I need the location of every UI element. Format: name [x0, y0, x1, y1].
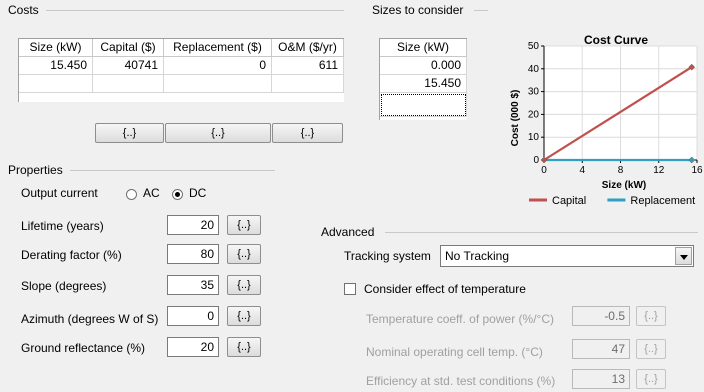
om-curve-button[interactable]: {..}	[272, 123, 343, 143]
temperature-effect-checkbox[interactable]	[344, 283, 356, 295]
chart-y-axis-label: Cost (000 $)	[510, 90, 521, 147]
tracking-system-select[interactable]: No Tracking	[440, 245, 694, 267]
chart-y-tick-label: 40	[528, 64, 540, 75]
temp-coeff-label: Temperature coeff. of power (%/°C)	[366, 312, 554, 326]
ground-reflectance-input[interactable]: 20	[167, 337, 219, 357]
sizes-group-label: Sizes to consider	[372, 3, 464, 17]
nominal-cell-temp-input[interactable]: 47	[572, 339, 630, 359]
ground-reflectance-label: Ground reflectance (%)	[21, 341, 146, 355]
nominal-cell-temp-label: Nominal operating cell temp. (°C)	[366, 345, 543, 359]
chart-x-tick-label: 0	[541, 165, 547, 176]
chart-x-tick-label: 8	[618, 165, 624, 176]
chart-x-tick-label: 12	[653, 165, 665, 176]
sizes-divider	[474, 10, 488, 11]
costs-header-om[interactable]: O&M ($/yr)	[272, 39, 344, 57]
costs-cell-empty[interactable]	[272, 75, 344, 93]
chart-grid	[543, 45, 698, 161]
chart-x-axis-label: Size (kW)	[602, 180, 646, 191]
chart-y-tick-label: 10	[528, 132, 540, 143]
dropdown-arrow-button[interactable]	[675, 247, 692, 265]
temp-coeff-input[interactable]: -0.5	[572, 306, 630, 326]
temp-coeff-sensitivity-button[interactable]: {..}	[636, 306, 666, 326]
slope-label: Slope (degrees)	[21, 279, 107, 293]
sizes-cell[interactable]: 15.450	[380, 75, 467, 93]
temperature-effect-label[interactable]: Consider effect of temperature	[364, 282, 526, 296]
lifetime-sensitivity-button[interactable]: {..}	[227, 215, 261, 235]
output-current-label: Output current	[21, 186, 98, 200]
properties-group-label: Properties	[8, 163, 63, 177]
cost-curve-chart: Cost Curve Cost (000 $) Size (kW) 0 10 20 3…	[510, 33, 703, 207]
costs-cell-empty[interactable]	[93, 75, 164, 93]
chart-legend: Capital Replacement	[529, 195, 695, 207]
tracking-system-label: Tracking system	[344, 249, 431, 263]
sizes-header[interactable]: Size (kW)	[380, 39, 467, 57]
tracking-system-value: No Tracking	[445, 249, 510, 263]
chevron-down-icon	[680, 255, 688, 260]
derating-factor-input[interactable]: 80	[167, 244, 219, 264]
efficiency-label: Efficiency at std. test conditions (%)	[366, 374, 556, 388]
costs-cell-om[interactable]: 611	[272, 57, 344, 75]
lifetime-input[interactable]: 20	[167, 215, 219, 235]
azimuth-sensitivity-button[interactable]: {..}	[227, 306, 261, 326]
dc-radio-label[interactable]: DC	[189, 186, 206, 200]
sizes-cell[interactable]: 0.000	[380, 57, 467, 75]
legend-label-capital: Capital	[552, 195, 586, 207]
costs-header-capital[interactable]: Capital ($)	[93, 39, 164, 57]
ac-radio-label[interactable]: AC	[143, 186, 160, 200]
ac-radio[interactable]	[126, 189, 137, 200]
dc-radio[interactable]	[172, 189, 183, 200]
efficiency-sensitivity-button[interactable]: {..}	[636, 369, 666, 389]
costs-cell-empty[interactable]	[19, 75, 93, 93]
slope-sensitivity-button[interactable]: {..}	[227, 275, 261, 295]
properties-divider	[70, 170, 275, 171]
costs-divider	[46, 10, 344, 11]
advanced-divider	[385, 232, 698, 233]
chart-x-tick-label: 16	[691, 165, 703, 176]
azimuth-input[interactable]: 0	[167, 306, 219, 326]
slope-input[interactable]: 35	[167, 275, 219, 295]
replacement-curve-button[interactable]: {..}	[165, 123, 271, 143]
costs-cell-replacement[interactable]: 0	[164, 57, 272, 75]
chart-y-tick-label: 20	[528, 109, 540, 120]
sizes-cell-new[interactable]	[380, 93, 467, 117]
costs-cell-empty[interactable]	[164, 75, 272, 93]
chart-title: Cost Curve	[584, 33, 648, 47]
nominal-cell-temp-sensitivity-button[interactable]: {..}	[636, 339, 666, 359]
derating-sensitivity-button[interactable]: {..}	[227, 244, 261, 264]
efficiency-input[interactable]: 13	[572, 369, 630, 389]
derating-factor-label: Derating factor (%)	[21, 248, 122, 262]
legend-label-replacement: Replacement	[630, 195, 695, 207]
costs-header-size[interactable]: Size (kW)	[19, 39, 93, 57]
costs-cell-size[interactable]: 15.450	[19, 57, 93, 75]
chart-y-tick-label: 50	[528, 41, 540, 52]
azimuth-label: Azimuth (degrees W of S)	[21, 312, 159, 326]
chart-y-tick-label: 30	[528, 87, 540, 98]
advanced-group-label: Advanced	[321, 225, 375, 239]
costs-group-label: Costs	[8, 3, 39, 17]
lifetime-label: Lifetime (years)	[21, 219, 104, 233]
costs-header-replacement[interactable]: Replacement ($)	[164, 39, 272, 57]
costs-cell-capital[interactable]: 40741	[93, 57, 164, 75]
chart-y-tick-label: 0	[533, 155, 539, 166]
capital-curve-button[interactable]: {..}	[95, 123, 164, 143]
chart-x-tick-label: 4	[579, 165, 585, 176]
ground-reflectance-sensitivity-button[interactable]: {..}	[227, 337, 261, 357]
